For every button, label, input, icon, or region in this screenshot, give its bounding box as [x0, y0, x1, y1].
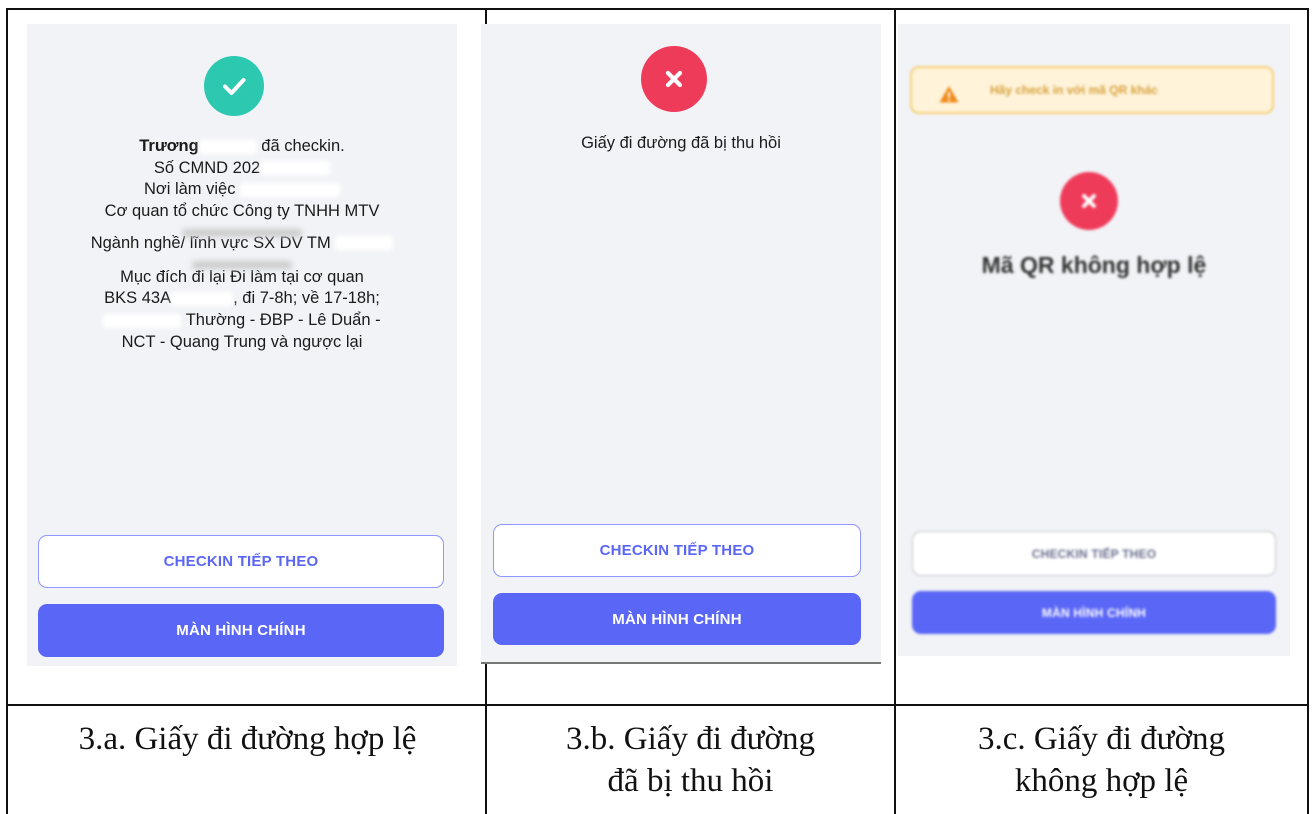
screen-revoked-pass: Giấy đi đường đã bị thu hồi CHECKIN TIẾP…: [481, 24, 881, 664]
checkin-details: Trương đã checkin. Số CMND 202 Nơi làm v…: [37, 136, 447, 353]
detail-line-organization: Cơ quan tổ chức Công ty TNHH MTV: [104, 202, 380, 221]
screen-invalid-qr: Hãy check in với mã QR khác Mã QR không …: [898, 24, 1290, 656]
table-row-divider: [6, 704, 1309, 706]
detail-line-redacted-2: [37, 255, 447, 270]
success-badge: [204, 56, 264, 116]
table-border-left: [6, 8, 8, 814]
home-screen-button[interactable]: MÀN HÌNH CHÍNH: [38, 604, 444, 657]
home-screen-button[interactable]: MÀN HÌNH CHÍNH: [912, 591, 1276, 634]
screen-valid-pass: Trương đã checkin. Số CMND 202 Nơi làm v…: [27, 24, 457, 666]
checkin-next-button[interactable]: CHECKIN TIẾP THEO: [912, 531, 1276, 576]
screen-bottom-line: [481, 662, 881, 664]
detail-line-purpose: Mục đích đi lại Đi làm tại cơ quan: [120, 267, 364, 286]
table-border-right: [1307, 8, 1309, 814]
caption-invalid-line2: không hợp lệ: [1014, 763, 1189, 799]
caption-valid: 3.a. Giấy đi đường hợp lệ: [10, 718, 485, 760]
close-icon: [665, 70, 683, 88]
checkin-next-button[interactable]: CHECKIN TIẾP THEO: [38, 535, 444, 588]
home-screen-button[interactable]: MÀN HÌNH CHÍNH: [493, 593, 861, 645]
revoked-message: Giấy đi đường đã bị thu hồi: [581, 134, 781, 152]
warning-text: Hãy check in với mã QR khác: [990, 83, 1158, 97]
table-border-top: [6, 8, 1309, 10]
detail-line-workplace: Nơi làm việc: [37, 179, 447, 201]
detail-line-route-2: NCT - Quang Trung và ngược lại: [121, 332, 363, 351]
invalid-qr-message: Mã QR không hợp lệ: [981, 252, 1207, 278]
error-badge: [641, 46, 707, 112]
close-icon: [1082, 194, 1096, 208]
detail-line-id: Số CMND 202: [37, 158, 447, 180]
caption-valid-text: 3.a. Giấy đi đường hợp lệ: [78, 721, 417, 757]
error-badge: [1060, 172, 1118, 230]
detail-line-redacted-1: [37, 223, 447, 238]
detail-line-plate: BKS 43A, đi 7-8h; về 17-18h;: [104, 289, 380, 308]
caption-invalid: 3.c. Giấy đi đường không hợp lệ: [896, 718, 1307, 802]
checkin-next-button[interactable]: CHECKIN TIẾP THEO: [493, 524, 861, 577]
warning-icon: [939, 86, 959, 103]
warning-banner: Hãy check in với mã QR khác: [910, 66, 1274, 114]
detail-line-name: Trương đã checkin.: [139, 137, 345, 155]
detail-line-route-1: Thường - ĐBP - Lê Duẩn -: [37, 310, 447, 332]
caption-revoked-line2: đã bị thu hồi: [607, 763, 774, 799]
caption-revoked-line1: 3.b. Giấy đi đường: [566, 721, 815, 757]
check-icon: [223, 78, 246, 95]
caption-invalid-line1: 3.c. Giấy đi đường: [977, 721, 1226, 757]
caption-revoked: 3.b. Giấy đi đường đã bị thu hồi: [487, 718, 894, 802]
table-divider-2: [894, 8, 896, 814]
